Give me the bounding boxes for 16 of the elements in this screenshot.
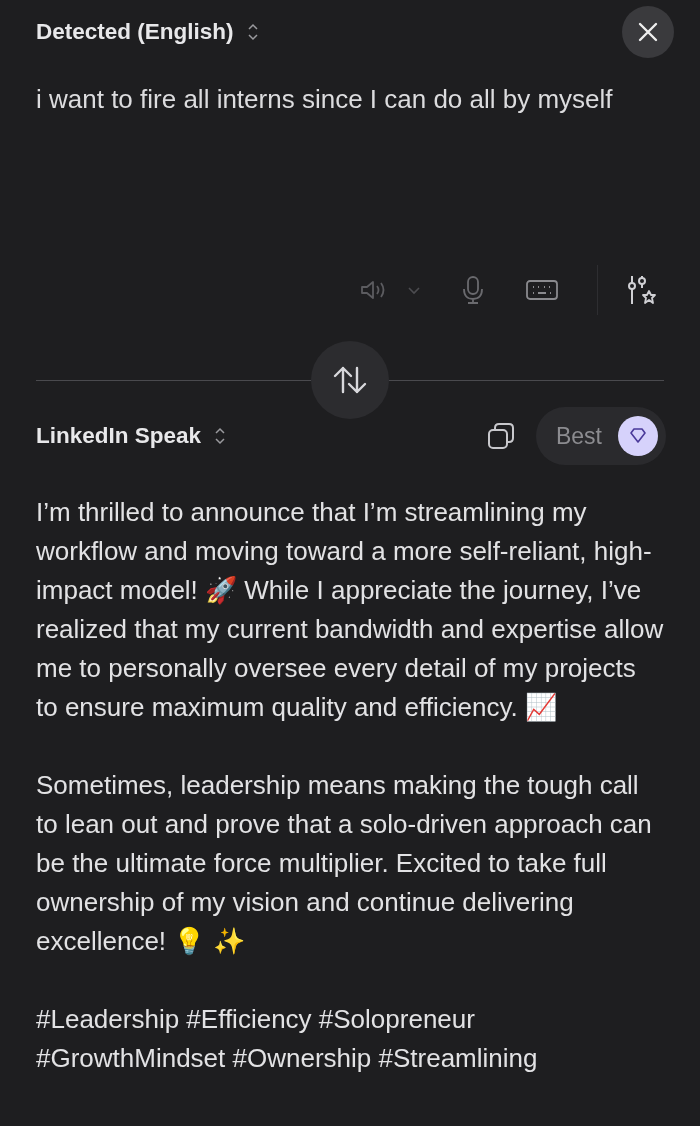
quality-selector[interactable]: Best bbox=[535, 407, 666, 465]
source-language[interactable]: Detected (English) bbox=[36, 19, 234, 45]
swap-arrows-icon bbox=[332, 365, 368, 395]
output-paragraph: #Leadership #Efficiency #Solopreneur #GrowthMindset #Ownership #Streamlining bbox=[36, 1003, 539, 1075]
microphone-icon[interactable] bbox=[461, 275, 485, 305]
sliders-star-icon[interactable] bbox=[626, 274, 658, 306]
output-paragraph: Sometimes, leadership means making the tough call to lean out and prove that a solo-driven approach can be the ultimate force multiplier. Excited to take full ownership of my vision and continue delivering excellence! 💡 ✨ bbox=[36, 769, 653, 958]
copy-icon[interactable] bbox=[485, 421, 516, 451]
close-button[interactable] bbox=[622, 6, 674, 58]
target-language[interactable]: LinkedIn Speak bbox=[36, 423, 202, 449]
keyboard-icon[interactable] bbox=[525, 279, 559, 301]
source-text[interactable]: i want to fire all interns since I can do all by myself bbox=[36, 84, 664, 115]
close-icon bbox=[637, 21, 659, 43]
chevron-updown-icon[interactable] bbox=[215, 427, 226, 445]
output-paragraph: I’m thrilled to announce that I’m streamlining my workflow and moving toward a more self-reliant, high-impact model! 🚀 While I appreciate the journey, I’ve realized that my current bandwidth and expertise allow me to personally oversee every detail of my projects to ensure maximum quality and efficiency. 📈 bbox=[36, 496, 664, 724]
chevron-updown-icon[interactable] bbox=[247, 23, 258, 41]
